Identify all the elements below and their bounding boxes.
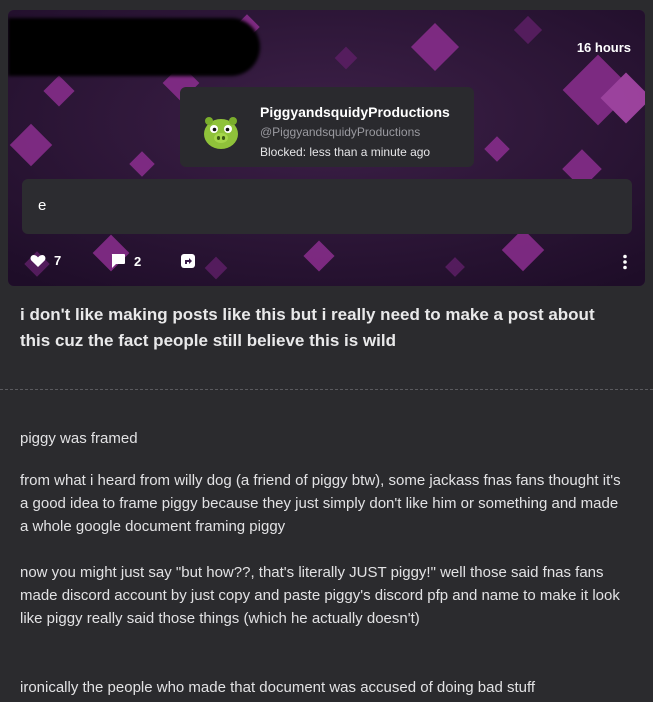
blocked-handle: @PiggyandsquidyProductions [260,125,421,139]
post-page: 16 hours PiggyandsquidyProductions @Pigg… [0,0,653,702]
post-timestamp: 16 hours [576,40,631,55]
post-actions: 7 2 [30,253,630,273]
comment-count: 2 [134,253,142,269]
blocked-user-card[interactable]: PiggyandsquidyProductions @Piggyandsquid… [180,87,474,167]
blocked-username[interactable]: PiggyandsquidyProductions [260,104,450,120]
post-paragraph: from what i heard from willy dog (a frie… [20,472,621,535]
like-count: 7 [54,253,62,268]
post-paragraph: now you might just say "but how??, that'… [20,564,620,627]
speech-bubble-icon [111,254,125,268]
comment-box: e [22,179,632,234]
post-paragraph: piggy was framed [20,430,138,447]
share-button[interactable] [180,253,196,269]
heart-icon [30,254,46,267]
post-header-card: 16 hours PiggyandsquidyProductions @Pigg… [8,10,645,286]
vertical-dots-icon[interactable] [622,254,628,270]
blocked-status: Blocked: less than a minute ago [260,145,431,159]
comment-button[interactable]: 2 [110,253,141,269]
section-divider [0,389,653,390]
like-button[interactable]: 7 [30,253,61,268]
share-icon [181,254,195,268]
comment-text: e [38,197,47,214]
green-pig-icon [204,117,238,149]
redacted-username [8,18,260,76]
post-paragraph: ironically the people who made that docu… [20,679,536,696]
post-title: i don't like making posts like this but … [20,305,595,350]
